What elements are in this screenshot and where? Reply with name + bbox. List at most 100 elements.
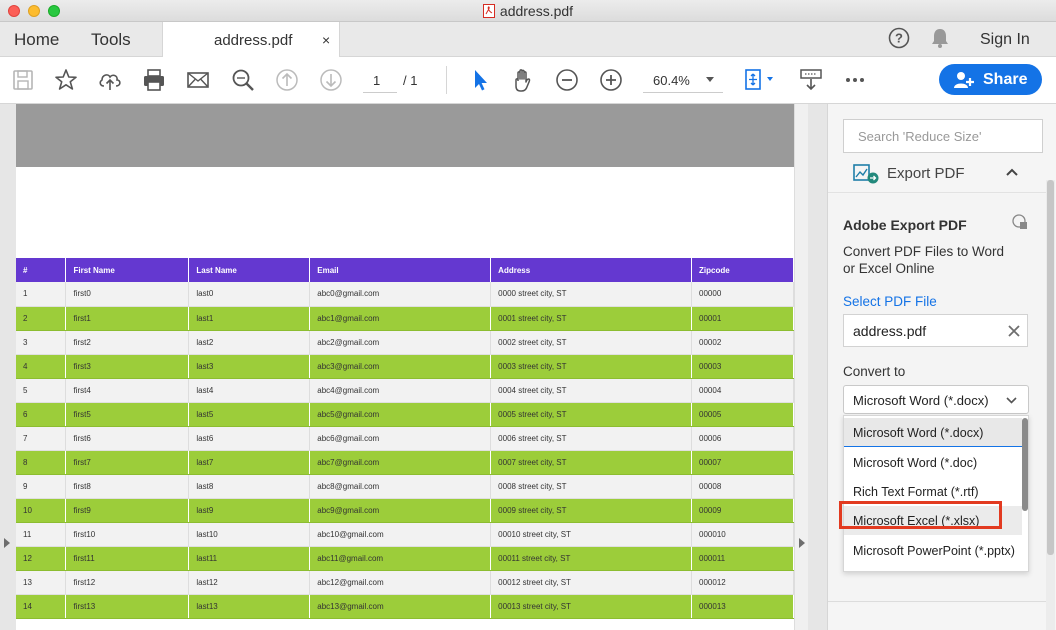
panel-scrollbar-thumb[interactable] [1047, 180, 1054, 555]
scrolling-mode-icon[interactable] [798, 67, 824, 93]
table-cell: 10 [16, 498, 67, 523]
page-current: 1 [373, 73, 381, 88]
table-cell: 00004 [691, 378, 794, 403]
table-cell: 000011 [691, 546, 794, 571]
convert-format-value: Microsoft Word (*.docx) [853, 393, 989, 408]
selected-file-field[interactable]: address.pdf [843, 314, 1028, 347]
table-cell: last13 [188, 594, 311, 619]
table-cell: 13 [16, 570, 67, 595]
table-cell: first0 [65, 282, 190, 307]
share-label: Share [983, 71, 1028, 88]
table-cell: first3 [65, 354, 190, 379]
window-title: address.pdf [0, 3, 1056, 19]
tab-document[interactable]: address.pdf × [162, 22, 340, 58]
next-page-icon[interactable] [318, 67, 344, 93]
table-cell: 3 [16, 330, 67, 355]
page-fit-icon[interactable] [742, 67, 778, 93]
table-cell: abc3@gmail.com [309, 354, 492, 379]
table-row: 8 first7 last7 abc7@gmail.com 0007 street ci… [16, 450, 794, 475]
page-number-input[interactable]: 1 [363, 67, 397, 93]
table-cell: 0006 street city, ST [490, 426, 693, 451]
table-row: 5 first4 last4 abc4@gmail.com 0004 street ci… [16, 378, 794, 403]
select-cursor-icon[interactable] [467, 67, 493, 93]
table-cell: 0008 street city, ST [490, 474, 693, 499]
convert-to-label: Convert to [843, 364, 906, 379]
close-tab-icon[interactable]: × [322, 32, 330, 48]
column-header: Address [490, 258, 693, 282]
table-cell: 14 [16, 594, 67, 619]
bookmark-star-icon[interactable] [53, 67, 79, 93]
table-cell: abc0@gmail.com [309, 282, 492, 307]
dropdown-scrollbar[interactable] [1022, 418, 1028, 511]
find-search-icon[interactable] [230, 67, 256, 93]
table-cell: last12 [188, 570, 311, 595]
table-cell: last6 [188, 426, 311, 451]
table-row: 12 first11 last11 abc11@gmail.com 00011 stre… [16, 546, 794, 571]
table-cell: abc10@gmail.com [309, 522, 492, 547]
table-row: 11 first10 last10 abc10@gmail.com 00010 stre… [16, 522, 794, 547]
column-header: Last Name [188, 258, 311, 282]
panel-divider [828, 192, 1048, 193]
table-cell: last1 [188, 306, 311, 331]
table-cell: 5 [16, 378, 67, 403]
option-powerpoint-pptx[interactable]: Microsoft PowerPoint (*.pptx) [844, 536, 1022, 565]
remove-file-icon[interactable] [1008, 325, 1020, 337]
table-cell: abc11@gmail.com [309, 546, 492, 571]
pdf-file-icon [482, 4, 495, 18]
table-cell: abc4@gmail.com [309, 378, 492, 403]
expand-left-panel-icon[interactable] [4, 538, 10, 548]
document-viewport[interactable]: # First Name Last Name Email Address Zip… [0, 104, 827, 630]
table-row: 10 first9 last9 abc9@gmail.com 0009 street c… [16, 498, 794, 523]
export-pdf-icon [853, 164, 879, 184]
print-icon[interactable] [141, 67, 167, 93]
notifications-bell-icon[interactable] [930, 27, 950, 49]
chevron-up-icon[interactable] [1006, 168, 1018, 176]
search-tools-input[interactable]: Search 'Reduce Size' [843, 119, 1043, 153]
option-word-docx[interactable]: Microsoft Word (*.docx) [844, 418, 1022, 447]
option-word-doc[interactable]: Microsoft Word (*.doc) [844, 448, 1022, 477]
help-icon[interactable]: ? [888, 27, 910, 49]
document-scrollbar[interactable] [794, 104, 808, 630]
convert-format-select[interactable]: Microsoft Word (*.docx) [843, 385, 1029, 414]
table-cell: last4 [188, 378, 311, 403]
cloud-upload-icon[interactable] [97, 67, 123, 93]
table-cell: 00009 [691, 498, 794, 523]
save-icon[interactable] [10, 67, 36, 93]
expand-right-panel-icon[interactable] [799, 538, 805, 548]
table-row: 7 first6 last6 abc6@gmail.com 0006 street ci… [16, 426, 794, 451]
tab-bar: Home Tools address.pdf × ? Sign In [0, 22, 1056, 58]
select-pdf-file-link[interactable]: Select PDF File [843, 294, 937, 309]
table-cell: first5 [65, 402, 190, 427]
email-icon[interactable] [185, 67, 211, 93]
table-cell: first12 [65, 570, 190, 595]
tab-home[interactable]: Home [14, 30, 59, 50]
table-cell: abc6@gmail.com [309, 426, 492, 451]
tools-panel: Search 'Reduce Size' Export PDF Adobe Ex… [827, 104, 1056, 630]
tab-tools[interactable]: Tools [91, 30, 131, 50]
previous-page-icon[interactable] [274, 67, 300, 93]
cloud-service-icon[interactable] [1011, 214, 1028, 230]
zoom-out-icon[interactable] [554, 67, 580, 93]
share-button[interactable]: Share [939, 64, 1042, 95]
hand-tool-icon[interactable] [510, 67, 536, 93]
zoom-in-icon[interactable] [598, 67, 624, 93]
table-row: 2 first1 last1 abc1@gmail.com 0001 street ci… [16, 306, 794, 331]
table-cell: abc13@gmail.com [309, 594, 492, 619]
table-row: 4 first3 last3 abc3@gmail.com 0003 street ci… [16, 354, 794, 379]
zoom-level-select[interactable]: 60.4% [643, 67, 723, 93]
table-cell: last9 [188, 498, 311, 523]
export-pdf-section-header[interactable]: Export PDF [828, 162, 1056, 192]
table-cell: 00003 [691, 354, 794, 379]
table-row: 14 first13 last13 abc13@gmail.com 00013 stre… [16, 594, 794, 619]
table-cell: last7 [188, 450, 311, 475]
table-cell: 00005 [691, 402, 794, 427]
table-cell: 1 [16, 282, 67, 307]
sign-in-link[interactable]: Sign In [980, 31, 1030, 49]
card-description-line2: or Excel Online [843, 261, 935, 276]
table-cell: last3 [188, 354, 311, 379]
table-cell: last10 [188, 522, 311, 547]
table-cell: first9 [65, 498, 190, 523]
more-tools-icon[interactable] [842, 67, 868, 93]
tab-document-label: address.pdf [214, 32, 293, 49]
table-cell: last0 [188, 282, 311, 307]
